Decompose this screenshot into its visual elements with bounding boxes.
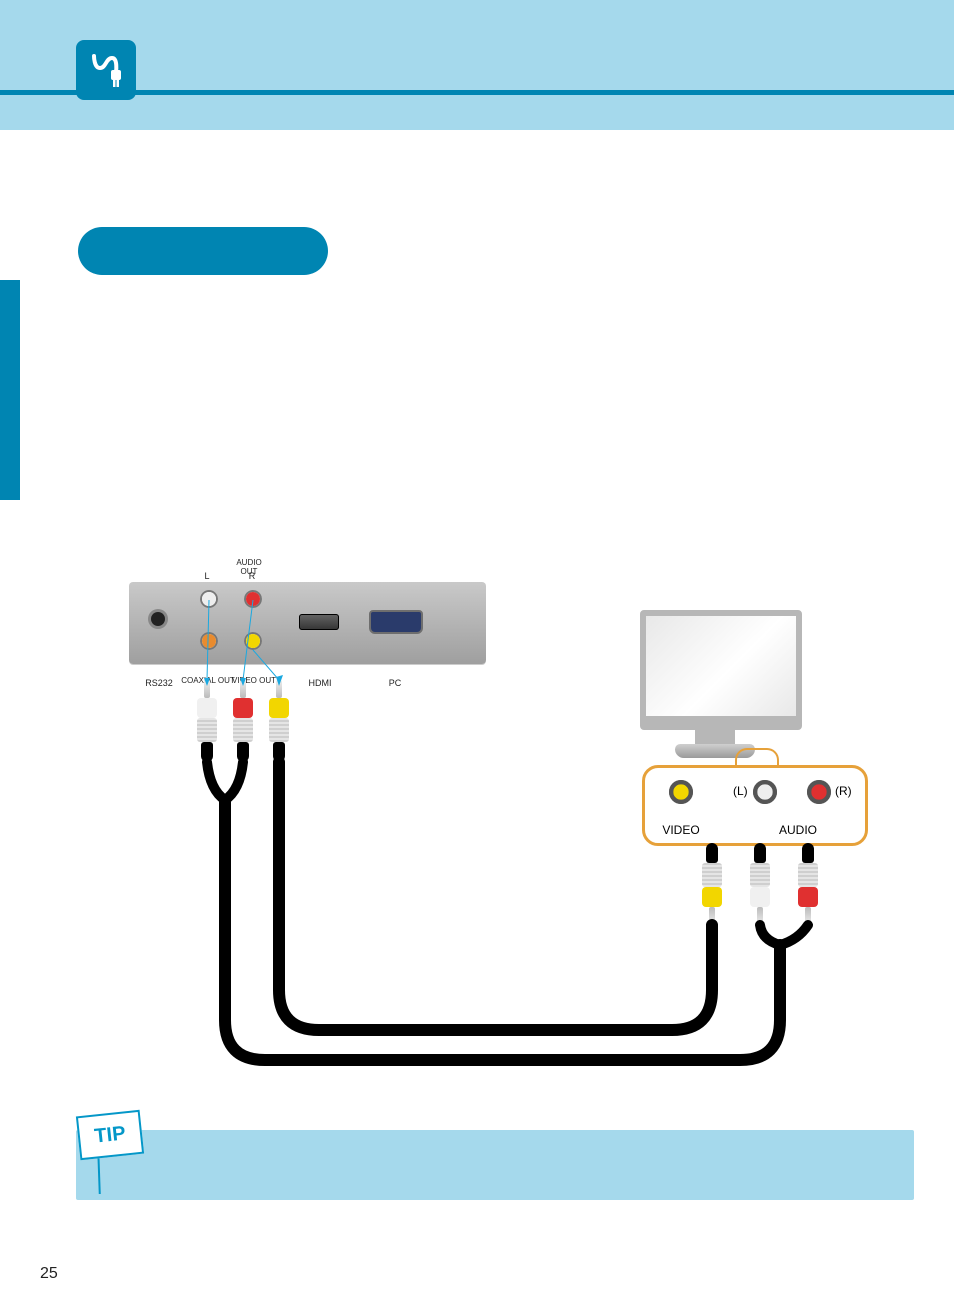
audio-r-label: R: [222, 571, 282, 581]
coaxial-out-jack: [200, 632, 218, 650]
vga-port: [369, 610, 423, 634]
monitor-audio-label: AUDIO: [773, 823, 823, 837]
header-band: [0, 0, 954, 130]
monitor-audio-r-jack: [807, 780, 831, 804]
section-heading-bar: [78, 227, 328, 275]
tip-sign: TIP: [76, 1110, 144, 1160]
rca-plug-white-dvr: [195, 680, 219, 762]
header-rule: [0, 90, 954, 95]
monitor-video-jack: [669, 780, 693, 804]
section-tab: [0, 280, 20, 500]
monitor-screen: [640, 610, 802, 730]
hdmi-port: [299, 614, 339, 630]
rca-plug-red-monitor: [796, 843, 820, 925]
monitor: [625, 610, 805, 770]
monitor-input-panel: (L) (R) VIDEO AUDIO: [642, 765, 868, 846]
pc-label: PC: [365, 678, 425, 688]
tip-label: TIP: [93, 1122, 126, 1148]
tip-banner: [76, 1130, 914, 1200]
video-out-jack: [244, 632, 262, 650]
rca-plug-red-dvr: [231, 680, 255, 762]
audio-out-l-jack: [200, 590, 218, 608]
rca-plug-yellow-monitor: [700, 843, 724, 925]
hdmi-label: HDMI: [290, 678, 350, 688]
monitor-l-label: (L): [733, 784, 748, 798]
monitor-audio-l-jack: [753, 780, 777, 804]
monitor-r-label: (R): [835, 784, 852, 798]
rca-plug-yellow-dvr: [267, 680, 291, 762]
monitor-video-label: VIDEO: [661, 823, 701, 837]
rca-plug-white-monitor: [748, 843, 772, 925]
audio-out-r-jack: [244, 590, 262, 608]
dvr-back-panel: [129, 582, 486, 664]
plug-icon: [76, 40, 136, 100]
rs232-port: [151, 612, 165, 626]
page-number: 25: [40, 1265, 58, 1283]
